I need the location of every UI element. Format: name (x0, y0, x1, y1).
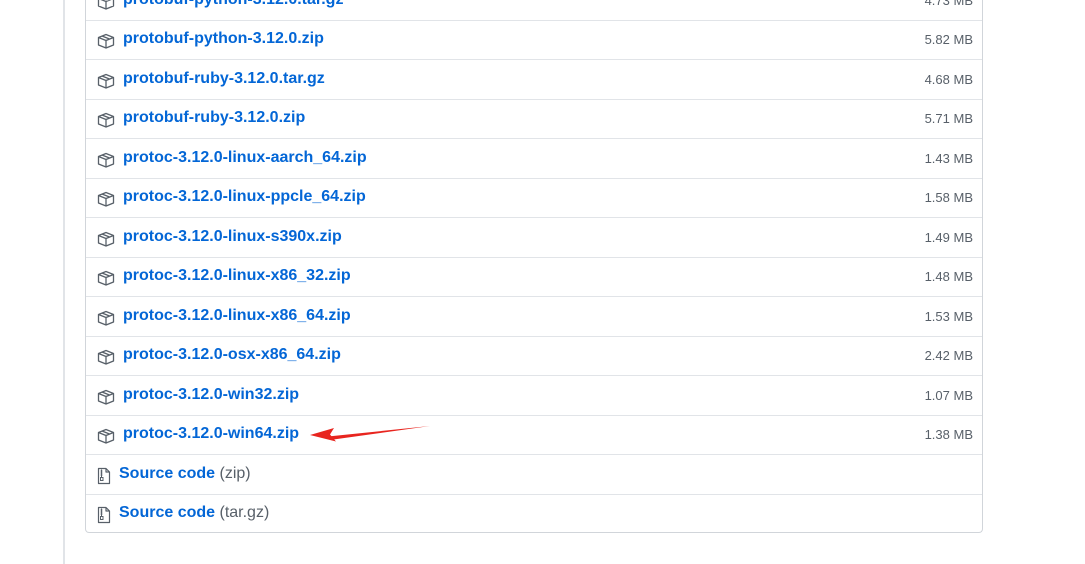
package-icon (97, 310, 115, 326)
red-arrow-annotation (300, 418, 435, 448)
asset-row: protoc-3.12.0-linux-s390x.zip 1.49 MB (86, 219, 982, 258)
asset-size: 5.71 MB (924, 111, 973, 126)
source-code-label: Source code (119, 465, 216, 482)
asset-row: protoc-3.12.0-linux-x86_32.zip 1.48 MB (86, 258, 982, 297)
package-icon (97, 152, 115, 168)
package-icon (97, 112, 115, 128)
asset-link[interactable]: protobuf-python-3.12.0.tar.gz (123, 0, 343, 9)
asset-link[interactable]: protoc-3.12.0-linux-x86_32.zip (123, 267, 351, 285)
package-icon (97, 73, 115, 89)
asset-size: 1.48 MB (924, 269, 973, 284)
asset-link[interactable]: protoc-3.12.0-linux-x86_64.zip (123, 307, 351, 325)
asset-size: 1.38 MB (924, 427, 973, 442)
asset-row: protobuf-ruby-3.12.0.tar.gz 4.68 MB (86, 61, 982, 100)
asset-row: protoc-3.12.0-osx-x86_64.zip 2.42 MB (86, 337, 982, 376)
asset-size: 1.43 MB (924, 151, 973, 166)
file-zip-icon (97, 506, 111, 524)
package-icon (97, 349, 115, 365)
asset-size: 1.53 MB (924, 309, 973, 324)
asset-link[interactable]: protobuf-ruby-3.12.0.zip (123, 109, 305, 127)
source-code-label: Source code (119, 504, 216, 521)
file-zip-icon (97, 467, 111, 485)
source-code-format: (tar.gz) (219, 504, 270, 521)
asset-row: protobuf-python-3.12.0.tar.gz 4.73 MB (86, 0, 982, 21)
source-code-row: Source code (zip) (86, 456, 982, 495)
asset-row: protoc-3.12.0-linux-x86_64.zip 1.53 MB (86, 298, 982, 337)
asset-size: 2.42 MB (924, 348, 973, 363)
asset-row: protobuf-python-3.12.0.zip 5.82 MB (86, 21, 982, 60)
asset-size: 4.73 MB (924, 0, 973, 8)
asset-link[interactable]: protobuf-ruby-3.12.0.tar.gz (123, 70, 325, 88)
asset-link[interactable]: protobuf-python-3.12.0.zip (123, 30, 324, 48)
asset-link[interactable]: protoc-3.12.0-linux-s390x.zip (123, 228, 342, 246)
asset-link[interactable]: protoc-3.12.0-win64.zip (123, 425, 299, 443)
package-icon (97, 191, 115, 207)
source-code-zip-link[interactable]: Source code (zip) (119, 465, 251, 483)
asset-link[interactable]: protoc-3.12.0-osx-x86_64.zip (123, 346, 341, 364)
asset-size: 5.82 MB (924, 32, 973, 47)
package-icon (97, 270, 115, 286)
source-code-row: Source code (tar.gz) (86, 495, 982, 532)
asset-link[interactable]: protoc-3.12.0-linux-ppcle_64.zip (123, 188, 366, 206)
asset-size: 1.49 MB (924, 230, 973, 245)
asset-size: 1.58 MB (924, 190, 973, 205)
asset-link[interactable]: protoc-3.12.0-win32.zip (123, 386, 299, 404)
timeline-line (63, 0, 65, 564)
package-icon (97, 33, 115, 49)
source-code-format: (zip) (219, 465, 251, 482)
source-code-targz-link[interactable]: Source code (tar.gz) (119, 504, 269, 522)
package-icon (97, 231, 115, 247)
asset-row: protoc-3.12.0-linux-aarch_64.zip 1.43 MB (86, 140, 982, 179)
asset-size: 4.68 MB (924, 72, 973, 87)
release-assets-list: protobuf-python-3.12.0.tar.gz 4.73 MB pr… (85, 0, 983, 533)
package-icon (97, 428, 115, 444)
asset-size: 1.07 MB (924, 388, 973, 403)
asset-row: protoc-3.12.0-win64.zip 1.38 MB (86, 416, 982, 455)
asset-link[interactable]: protoc-3.12.0-linux-aarch_64.zip (123, 149, 367, 167)
asset-row: protoc-3.12.0-linux-ppcle_64.zip 1.58 MB (86, 179, 982, 218)
asset-row: protobuf-ruby-3.12.0.zip 5.71 MB (86, 100, 982, 139)
package-icon (97, 0, 115, 10)
asset-row: protoc-3.12.0-win32.zip 1.07 MB (86, 377, 982, 416)
package-icon (97, 389, 115, 405)
